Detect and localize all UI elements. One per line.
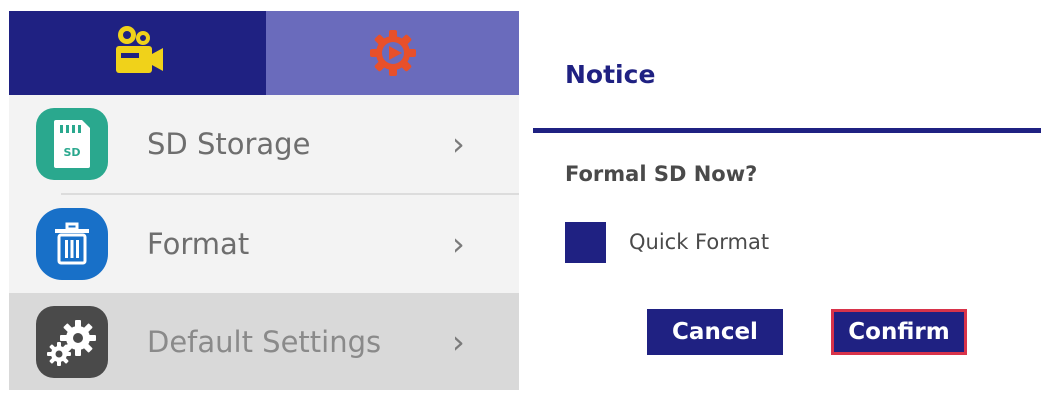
chevron-right-icon: › <box>452 225 465 263</box>
tab-video[interactable] <box>9 11 266 95</box>
menu-item-label: Default Settings <box>147 324 382 359</box>
tab-settings[interactable] <box>266 11 519 95</box>
cancel-button[interactable]: Cancel <box>647 309 783 355</box>
gears-icon <box>36 305 108 378</box>
menu-item-default-settings[interactable]: Default Settings › <box>9 293 519 390</box>
menu-item-label: SD Storage <box>147 127 311 161</box>
menu-item-format[interactable]: Format › <box>9 195 519 293</box>
tab-bar <box>9 11 519 95</box>
dialog-divider <box>533 128 1041 133</box>
chevron-right-icon: › <box>452 322 465 361</box>
dialog-question: Formal SD Now? <box>565 162 758 186</box>
video-camera-icon <box>115 26 163 73</box>
menu-item-label: Format <box>147 227 250 261</box>
format-dialog: Notice Formal SD Now? Quick Format Cance… <box>533 11 1041 390</box>
sd-icon-text: SD <box>63 146 80 159</box>
quick-format-label: Quick Format <box>629 230 770 254</box>
confirm-button[interactable]: Confirm <box>831 309 967 355</box>
quick-format-checkbox[interactable] <box>565 222 606 263</box>
sd-card-icon: SD <box>36 108 108 180</box>
dialog-title: Notice <box>565 60 656 89</box>
trash-icon <box>36 208 108 280</box>
menu-item-sd-storage[interactable]: SD SD Storage › <box>9 95 519 193</box>
settings-gear-icon <box>369 30 416 76</box>
settings-panel: SD SD Storage › Format › Default Setting… <box>9 11 519 390</box>
chevron-right-icon: › <box>452 125 465 163</box>
